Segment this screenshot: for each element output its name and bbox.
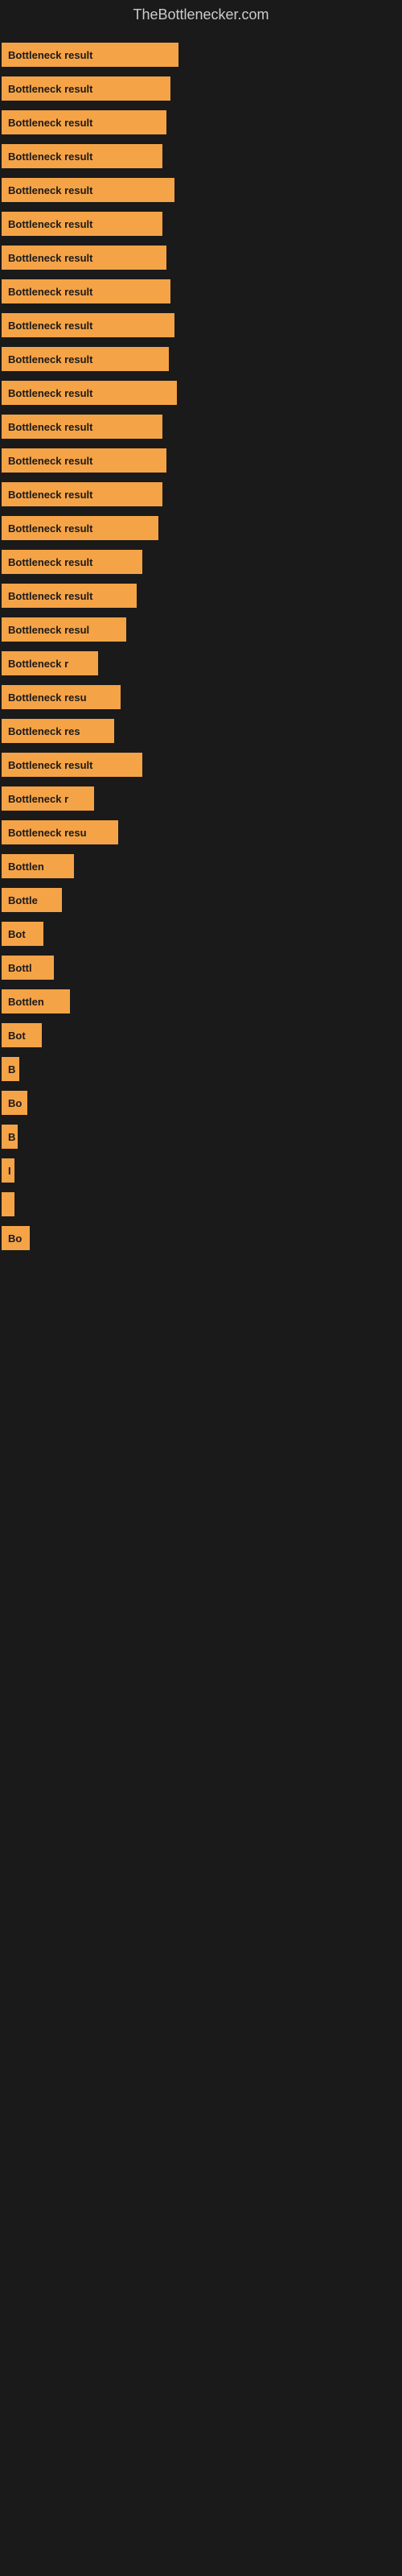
bottleneck-bar[interactable]: Bo [2, 1091, 27, 1115]
bottleneck-bar[interactable]: B [2, 1125, 18, 1149]
bar-row: B [0, 1120, 402, 1154]
bottleneck-bar[interactable]: Bottl [2, 956, 54, 980]
bar-row: Bottleneck r [0, 782, 402, 815]
bar-row: Bottleneck r [0, 646, 402, 680]
bar-row: I [0, 1154, 402, 1187]
bottleneck-bar[interactable]: B [2, 1057, 19, 1081]
bar-row: Bottleneck result [0, 545, 402, 579]
bottleneck-bar[interactable]: Bottleneck result [2, 550, 142, 574]
bottleneck-bar[interactable]: Bottleneck result [2, 516, 158, 540]
bar-row: Bottl [0, 951, 402, 985]
bar-row: Bot [0, 1018, 402, 1052]
bottleneck-bar[interactable]: Bottleneck result [2, 584, 137, 608]
bottleneck-bar[interactable]: Bottleneck result [2, 178, 174, 202]
bottleneck-bar[interactable]: Bottleneck result [2, 347, 169, 371]
bars-container: Bottleneck result Bottleneck result Bottle… [0, 30, 402, 1263]
bottleneck-bar[interactable]: Bottlen [2, 989, 70, 1013]
bottleneck-bar[interactable]: Bottleneck result [2, 43, 178, 67]
bottleneck-bar[interactable]: Bottleneck resu [2, 820, 118, 844]
bar-row: Bottleneck res [0, 714, 402, 748]
bar-row: Bottleneck resu [0, 680, 402, 714]
bottleneck-bar[interactable]: Bot [2, 1023, 42, 1047]
bar-row: Bottleneck resu [0, 815, 402, 849]
bar-row: Bottleneck result [0, 105, 402, 139]
bottleneck-bar[interactable]: Bo [2, 1226, 30, 1250]
bottleneck-bar[interactable]: Bottleneck result [2, 448, 166, 473]
bottleneck-bar[interactable]: Bottleneck res [2, 719, 114, 743]
bar-row: Bottleneck result [0, 410, 402, 444]
bar-row: Bottleneck result [0, 444, 402, 477]
bottleneck-bar[interactable]: Bottleneck result [2, 110, 166, 134]
bar-row: Bottleneck result [0, 376, 402, 410]
bottleneck-bar[interactable]: Bottleneck result [2, 279, 170, 303]
bottleneck-bar[interactable]: Bottleneck result [2, 381, 177, 405]
bar-row: Bottleneck result [0, 275, 402, 308]
bar-row: Bottleneck result [0, 139, 402, 173]
bar-row: Bottleneck result [0, 579, 402, 613]
bottleneck-bar[interactable]: Bottleneck r [2, 786, 94, 811]
bar-row [0, 1187, 402, 1221]
bar-row: Bottleneck result [0, 207, 402, 241]
bottleneck-bar[interactable]: Bottleneck result [2, 753, 142, 777]
bar-row: Bottleneck result [0, 342, 402, 376]
bottleneck-bar[interactable]: Bottleneck result [2, 144, 162, 168]
bottleneck-bar[interactable]: Bottle [2, 888, 62, 912]
bottleneck-bar[interactable]: Bottleneck result [2, 482, 162, 506]
bar-row: Bottleneck result [0, 72, 402, 105]
bar-row: Bottleneck result [0, 173, 402, 207]
bottleneck-bar[interactable]: Bottleneck result [2, 415, 162, 439]
bar-row: Bottlen [0, 849, 402, 883]
site-title: TheBottlenecker.com [0, 0, 402, 30]
bar-row: Bottlen [0, 985, 402, 1018]
bar-row: Bot [0, 917, 402, 951]
bar-row: Bo [0, 1221, 402, 1255]
bar-row: Bo [0, 1086, 402, 1120]
bottleneck-bar[interactable]: Bottleneck result [2, 76, 170, 101]
bottleneck-bar[interactable] [2, 1192, 14, 1216]
bar-row: B [0, 1052, 402, 1086]
bar-row: Bottleneck result [0, 241, 402, 275]
bar-row: Bottleneck resul [0, 613, 402, 646]
bottleneck-bar[interactable]: Bottleneck result [2, 313, 174, 337]
bottleneck-bar[interactable]: Bottleneck resul [2, 617, 126, 642]
bar-row: Bottle [0, 883, 402, 917]
bottleneck-bar[interactable]: Bottleneck result [2, 212, 162, 236]
bottleneck-bar[interactable]: Bot [2, 922, 43, 946]
bottleneck-bar[interactable]: Bottlen [2, 854, 74, 878]
bottleneck-bar[interactable]: Bottleneck result [2, 246, 166, 270]
bar-row: Bottleneck result [0, 511, 402, 545]
bottleneck-bar[interactable]: Bottleneck r [2, 651, 98, 675]
bar-row: Bottleneck result [0, 308, 402, 342]
bottleneck-bar[interactable]: I [2, 1158, 14, 1183]
bar-row: Bottleneck result [0, 477, 402, 511]
bar-row: Bottleneck result [0, 748, 402, 782]
bottleneck-bar[interactable]: Bottleneck resu [2, 685, 121, 709]
bar-row: Bottleneck result [0, 38, 402, 72]
